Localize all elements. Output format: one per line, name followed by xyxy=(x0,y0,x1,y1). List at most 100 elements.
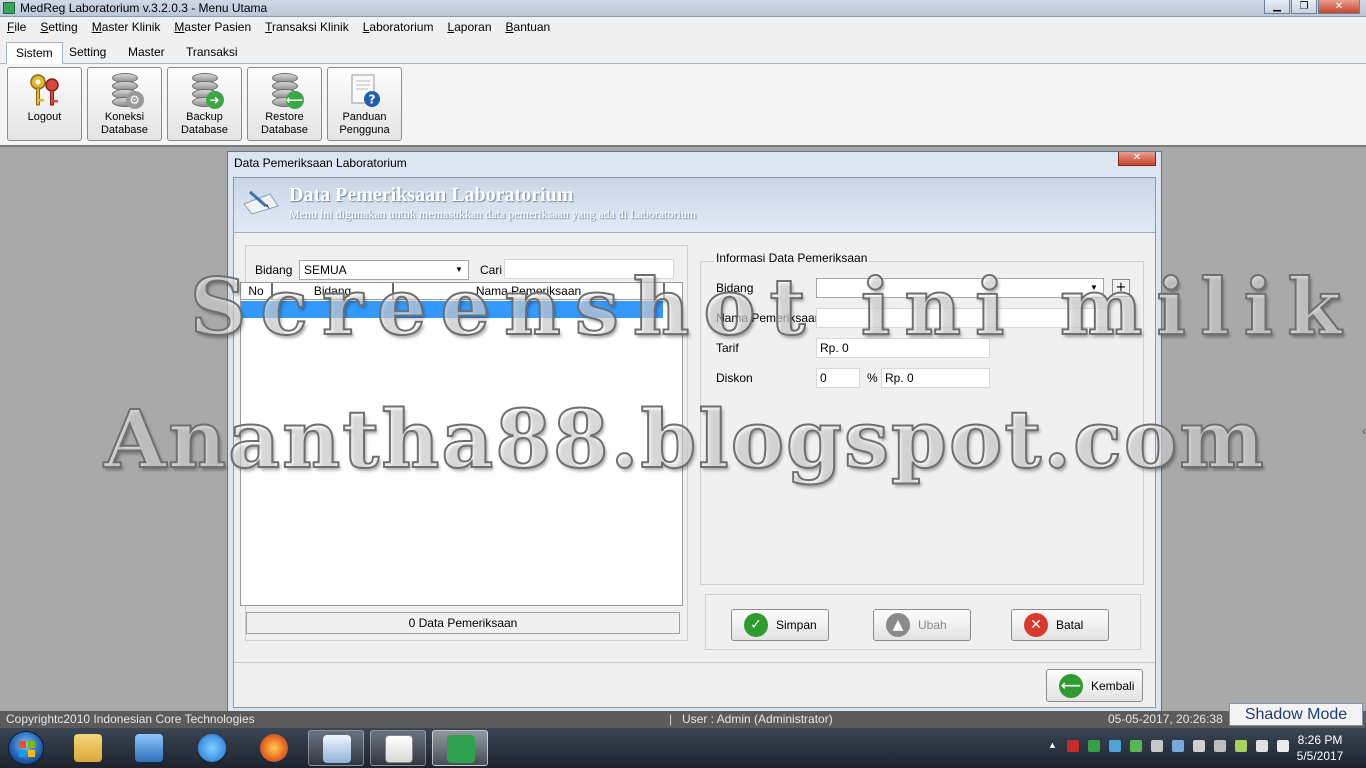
restore-database-button[interactable]: ⟵ Restore Database xyxy=(247,67,322,141)
taskbar-calendar[interactable] xyxy=(370,730,426,766)
logout-button[interactable]: Logout xyxy=(7,67,82,141)
taskbar-clock[interactable]: 8:26 PM 5/5/2017 xyxy=(1285,732,1355,764)
internet-explorer-icon xyxy=(198,734,226,762)
app-status-bar: Copyrightc2010 Indonesian Core Technolog… xyxy=(0,711,1366,728)
panduan-pengguna-button[interactable]: ? Panduan Pengguna xyxy=(327,67,402,141)
network-sync-icon[interactable] xyxy=(1109,740,1121,752)
menu-bar: File Setting Master Klinik Master Pasien… xyxy=(0,17,1366,37)
tab-sistem[interactable]: Sistem xyxy=(6,42,63,64)
informasi-data-group: Informasi Data Pemeriksaan Bidang ▼ + Na… xyxy=(700,251,1144,585)
taskbar-firefox[interactable] xyxy=(246,730,302,766)
close-button[interactable]: ✕ xyxy=(1318,0,1360,14)
menu-bantuan[interactable]: Bantuan xyxy=(506,20,551,34)
filter-bidang-select[interactable]: SEMUA ▼ xyxy=(299,260,469,280)
batal-button[interactable]: ✕ Batal xyxy=(1011,609,1109,641)
database-backup-icon: ➜ xyxy=(188,73,224,109)
tab-setting[interactable]: Setting xyxy=(60,42,115,64)
selected-row[interactable] xyxy=(241,301,663,318)
volume-icon[interactable] xyxy=(1256,740,1268,752)
minimize-button[interactable]: ▁ xyxy=(1264,0,1290,14)
clipboard-pencil-icon xyxy=(240,184,280,215)
cari-label: Cari xyxy=(480,263,503,277)
show-hidden-icons-icon[interactable]: ▲ xyxy=(1048,740,1058,752)
simpan-button[interactable]: ✓ Simpan xyxy=(731,609,829,641)
ribbon-tabs: Sistem Setting Master Transaksi xyxy=(0,37,1366,64)
taskbar-media-player[interactable] xyxy=(121,730,177,766)
start-button[interactable] xyxy=(8,731,44,765)
ubah-button[interactable]: ▲ Ubah xyxy=(873,609,971,641)
cari-input[interactable] xyxy=(504,259,674,279)
current-user-text: User : Admin (Administrator) xyxy=(682,712,833,726)
filter-bidang-label: Bidang xyxy=(255,263,293,277)
status-separator: | xyxy=(669,712,673,726)
diskon-rp-input[interactable]: Rp. 0 xyxy=(881,368,990,388)
nama-pemeriksaan-input[interactable] xyxy=(816,308,1111,328)
keys-icon xyxy=(28,73,62,109)
table-header: No Bidang Nama Pemeriksaan xyxy=(241,283,665,300)
menu-setting[interactable]: Setting xyxy=(40,20,77,34)
dialog-header-title: Data Pemeriksaan Laboratorium xyxy=(289,184,574,206)
column-bidang[interactable]: Bidang xyxy=(273,283,394,300)
maximize-button[interactable]: ❐ xyxy=(1291,0,1317,14)
svg-text:?: ? xyxy=(368,93,375,107)
panduan-label-2: Pengguna xyxy=(339,124,390,136)
divider xyxy=(234,662,1155,663)
datetime-text: 05-05-2017, 20:26:38 xyxy=(1108,712,1223,726)
firefox-icon xyxy=(260,734,288,762)
check-tray-icon[interactable] xyxy=(1088,740,1100,752)
filter-bidang-value: SEMUA xyxy=(304,263,347,277)
menu-laporan[interactable]: Laporan xyxy=(447,20,491,34)
chevron-down-icon: ▼ xyxy=(455,265,463,274)
kembali-button[interactable]: ⟵ Kembali xyxy=(1046,669,1143,702)
tab-master[interactable]: Master xyxy=(119,42,174,64)
add-bidang-button[interactable]: + xyxy=(1112,279,1130,297)
collapse-panel-arrow-icon[interactable]: ‹ xyxy=(1362,424,1366,438)
taskbar-explorer[interactable] xyxy=(60,730,116,766)
column-nama-pemeriksaan[interactable]: Nama Pemeriksaan xyxy=(394,283,665,300)
update-icon[interactable] xyxy=(1151,740,1163,752)
koneksi-database-button[interactable]: ⚙ Koneksi Database xyxy=(87,67,162,141)
panduan-label-1: Panduan xyxy=(342,111,387,123)
menu-master-klinik[interactable]: Master Klinik xyxy=(92,20,161,34)
menu-laboratorium[interactable]: Laboratorium xyxy=(363,20,434,34)
dialog-header: Data Pemeriksaan Laboratorium Menu ini d… xyxy=(234,178,1155,233)
column-no[interactable]: No xyxy=(241,283,273,300)
database-gear-icon: ⚙ xyxy=(108,73,144,109)
window-title: MedReg Laboratorium v.3.2.0.3 - Menu Uta… xyxy=(20,1,268,15)
display-icon[interactable] xyxy=(1193,740,1205,752)
help-document-icon: ? xyxy=(348,73,382,109)
backup-label-1: Backup xyxy=(186,111,223,123)
security-icon[interactable] xyxy=(1067,740,1079,752)
logout-label: Logout xyxy=(27,111,62,123)
backup-database-button[interactable]: ➜ Backup Database xyxy=(167,67,242,141)
dialog-close-button[interactable]: ✕ xyxy=(1118,152,1156,166)
dialog-title: Data Pemeriksaan Laboratorium xyxy=(234,156,407,170)
media-player-icon xyxy=(135,734,163,762)
app-icon xyxy=(3,2,15,14)
taskbar-medreg[interactable] xyxy=(432,730,488,766)
menu-file[interactable]: File xyxy=(7,20,26,34)
explorer-icon xyxy=(74,734,102,762)
left-panel: Bidang SEMUA ▼ Cari No Bidang Nama Pemer… xyxy=(240,245,688,641)
bidang-select[interactable]: ▼ xyxy=(816,278,1104,298)
menu-transaksi-klinik[interactable]: Transaksi Klinik xyxy=(265,20,349,34)
window-controls: ▁ ❐ ✕ xyxy=(1263,0,1360,14)
simpan-label: Simpan xyxy=(776,618,817,632)
taskbar-notepad[interactable] xyxy=(308,730,364,766)
percent-sign: % xyxy=(867,371,878,385)
window-titlebar: MedReg Laboratorium v.3.2.0.3 - Menu Uta… xyxy=(0,0,1366,17)
ubah-label: Ubah xyxy=(918,618,947,632)
download-icon[interactable] xyxy=(1130,740,1142,752)
kembali-label: Kembali xyxy=(1091,678,1135,693)
tab-transaksi[interactable]: Transaksi xyxy=(177,42,247,64)
signal-icon[interactable] xyxy=(1235,740,1247,752)
diskon-percent-input[interactable]: 0 xyxy=(816,368,860,388)
shadow-mode-badge[interactable]: Shadow Mode xyxy=(1229,703,1363,726)
taskbar-internet-explorer[interactable] xyxy=(184,730,240,766)
power-icon[interactable] xyxy=(1214,740,1226,752)
back-arrow-icon: ⟵ xyxy=(1059,673,1083,698)
pemeriksaan-table[interactable]: No Bidang Nama Pemeriksaan xyxy=(240,282,683,606)
tarif-input[interactable]: Rp. 0 xyxy=(816,338,990,358)
menu-master-pasien[interactable]: Master Pasien xyxy=(174,20,251,34)
bluetooth-icon[interactable] xyxy=(1172,740,1184,752)
